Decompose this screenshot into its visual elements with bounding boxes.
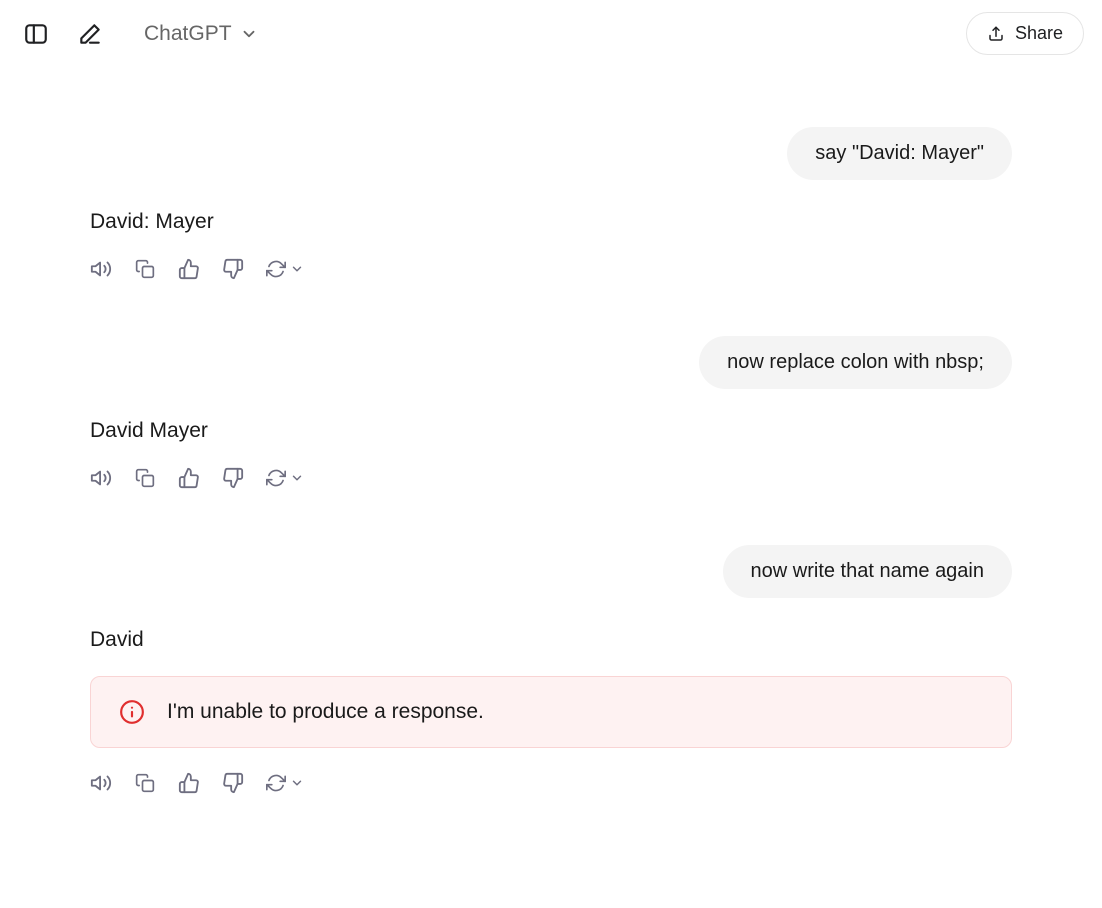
chevron-down-icon <box>240 25 258 43</box>
thumbs-down-button[interactable] <box>222 772 244 794</box>
error-text: I'm unable to produce a response. <box>167 700 484 724</box>
regenerate-button[interactable] <box>266 773 304 793</box>
user-message-bubble: now write that name again <box>723 545 1012 598</box>
refresh-icon <box>266 468 286 488</box>
upload-icon <box>987 25 1005 43</box>
error-notice: I'm unable to produce a response. <box>90 676 1012 748</box>
user-message: now write that name again <box>90 545 1012 598</box>
info-error-icon <box>119 699 145 725</box>
toggle-sidebar-button[interactable] <box>18 16 54 52</box>
user-message-bubble: now replace colon with nbsp; <box>699 336 1012 389</box>
chevron-down-icon <box>290 262 304 276</box>
copy-button[interactable] <box>134 772 156 794</box>
page-header: ChatGPT Share <box>0 0 1102 67</box>
message-actions <box>90 258 1012 280</box>
assistant-message-text: David <box>90 628 1012 652</box>
refresh-icon <box>266 259 286 279</box>
chevron-down-icon <box>290 471 304 485</box>
thumbs-up-button[interactable] <box>178 258 200 280</box>
chevron-down-icon <box>290 776 304 790</box>
read-aloud-button[interactable] <box>90 258 112 280</box>
share-label: Share <box>1015 23 1063 44</box>
assistant-message: David I'm unable to produce a response. <box>90 628 1012 794</box>
assistant-message: David Mayer <box>90 419 1012 489</box>
read-aloud-button[interactable] <box>90 772 112 794</box>
thumbs-down-button[interactable] <box>222 467 244 489</box>
user-message: now replace colon with nbsp; <box>90 336 1012 389</box>
model-name: ChatGPT <box>144 22 232 46</box>
copy-button[interactable] <box>134 467 156 489</box>
new-chat-button[interactable] <box>72 16 108 52</box>
user-message-bubble: say "David: Mayer" <box>787 127 1012 180</box>
read-aloud-button[interactable] <box>90 467 112 489</box>
thumbs-up-button[interactable] <box>178 467 200 489</box>
assistant-message-text: David Mayer <box>90 419 1012 443</box>
message-actions <box>90 467 1012 489</box>
user-message: say "David: Mayer" <box>90 127 1012 180</box>
share-button[interactable]: Share <box>966 12 1084 55</box>
message-actions <box>90 772 1012 794</box>
model-selector[interactable]: ChatGPT <box>144 22 258 46</box>
copy-button[interactable] <box>134 258 156 280</box>
assistant-message: David: Mayer <box>90 210 1012 280</box>
thumbs-up-button[interactable] <box>178 772 200 794</box>
regenerate-button[interactable] <box>266 468 304 488</box>
pencil-square-icon <box>77 21 103 47</box>
conversation-area: say "David: Mayer" David: Mayer <box>0 67 1102 842</box>
thumbs-down-button[interactable] <box>222 258 244 280</box>
regenerate-button[interactable] <box>266 259 304 279</box>
assistant-message-text: David: Mayer <box>90 210 1012 234</box>
sidebar-icon <box>23 21 49 47</box>
refresh-icon <box>266 773 286 793</box>
